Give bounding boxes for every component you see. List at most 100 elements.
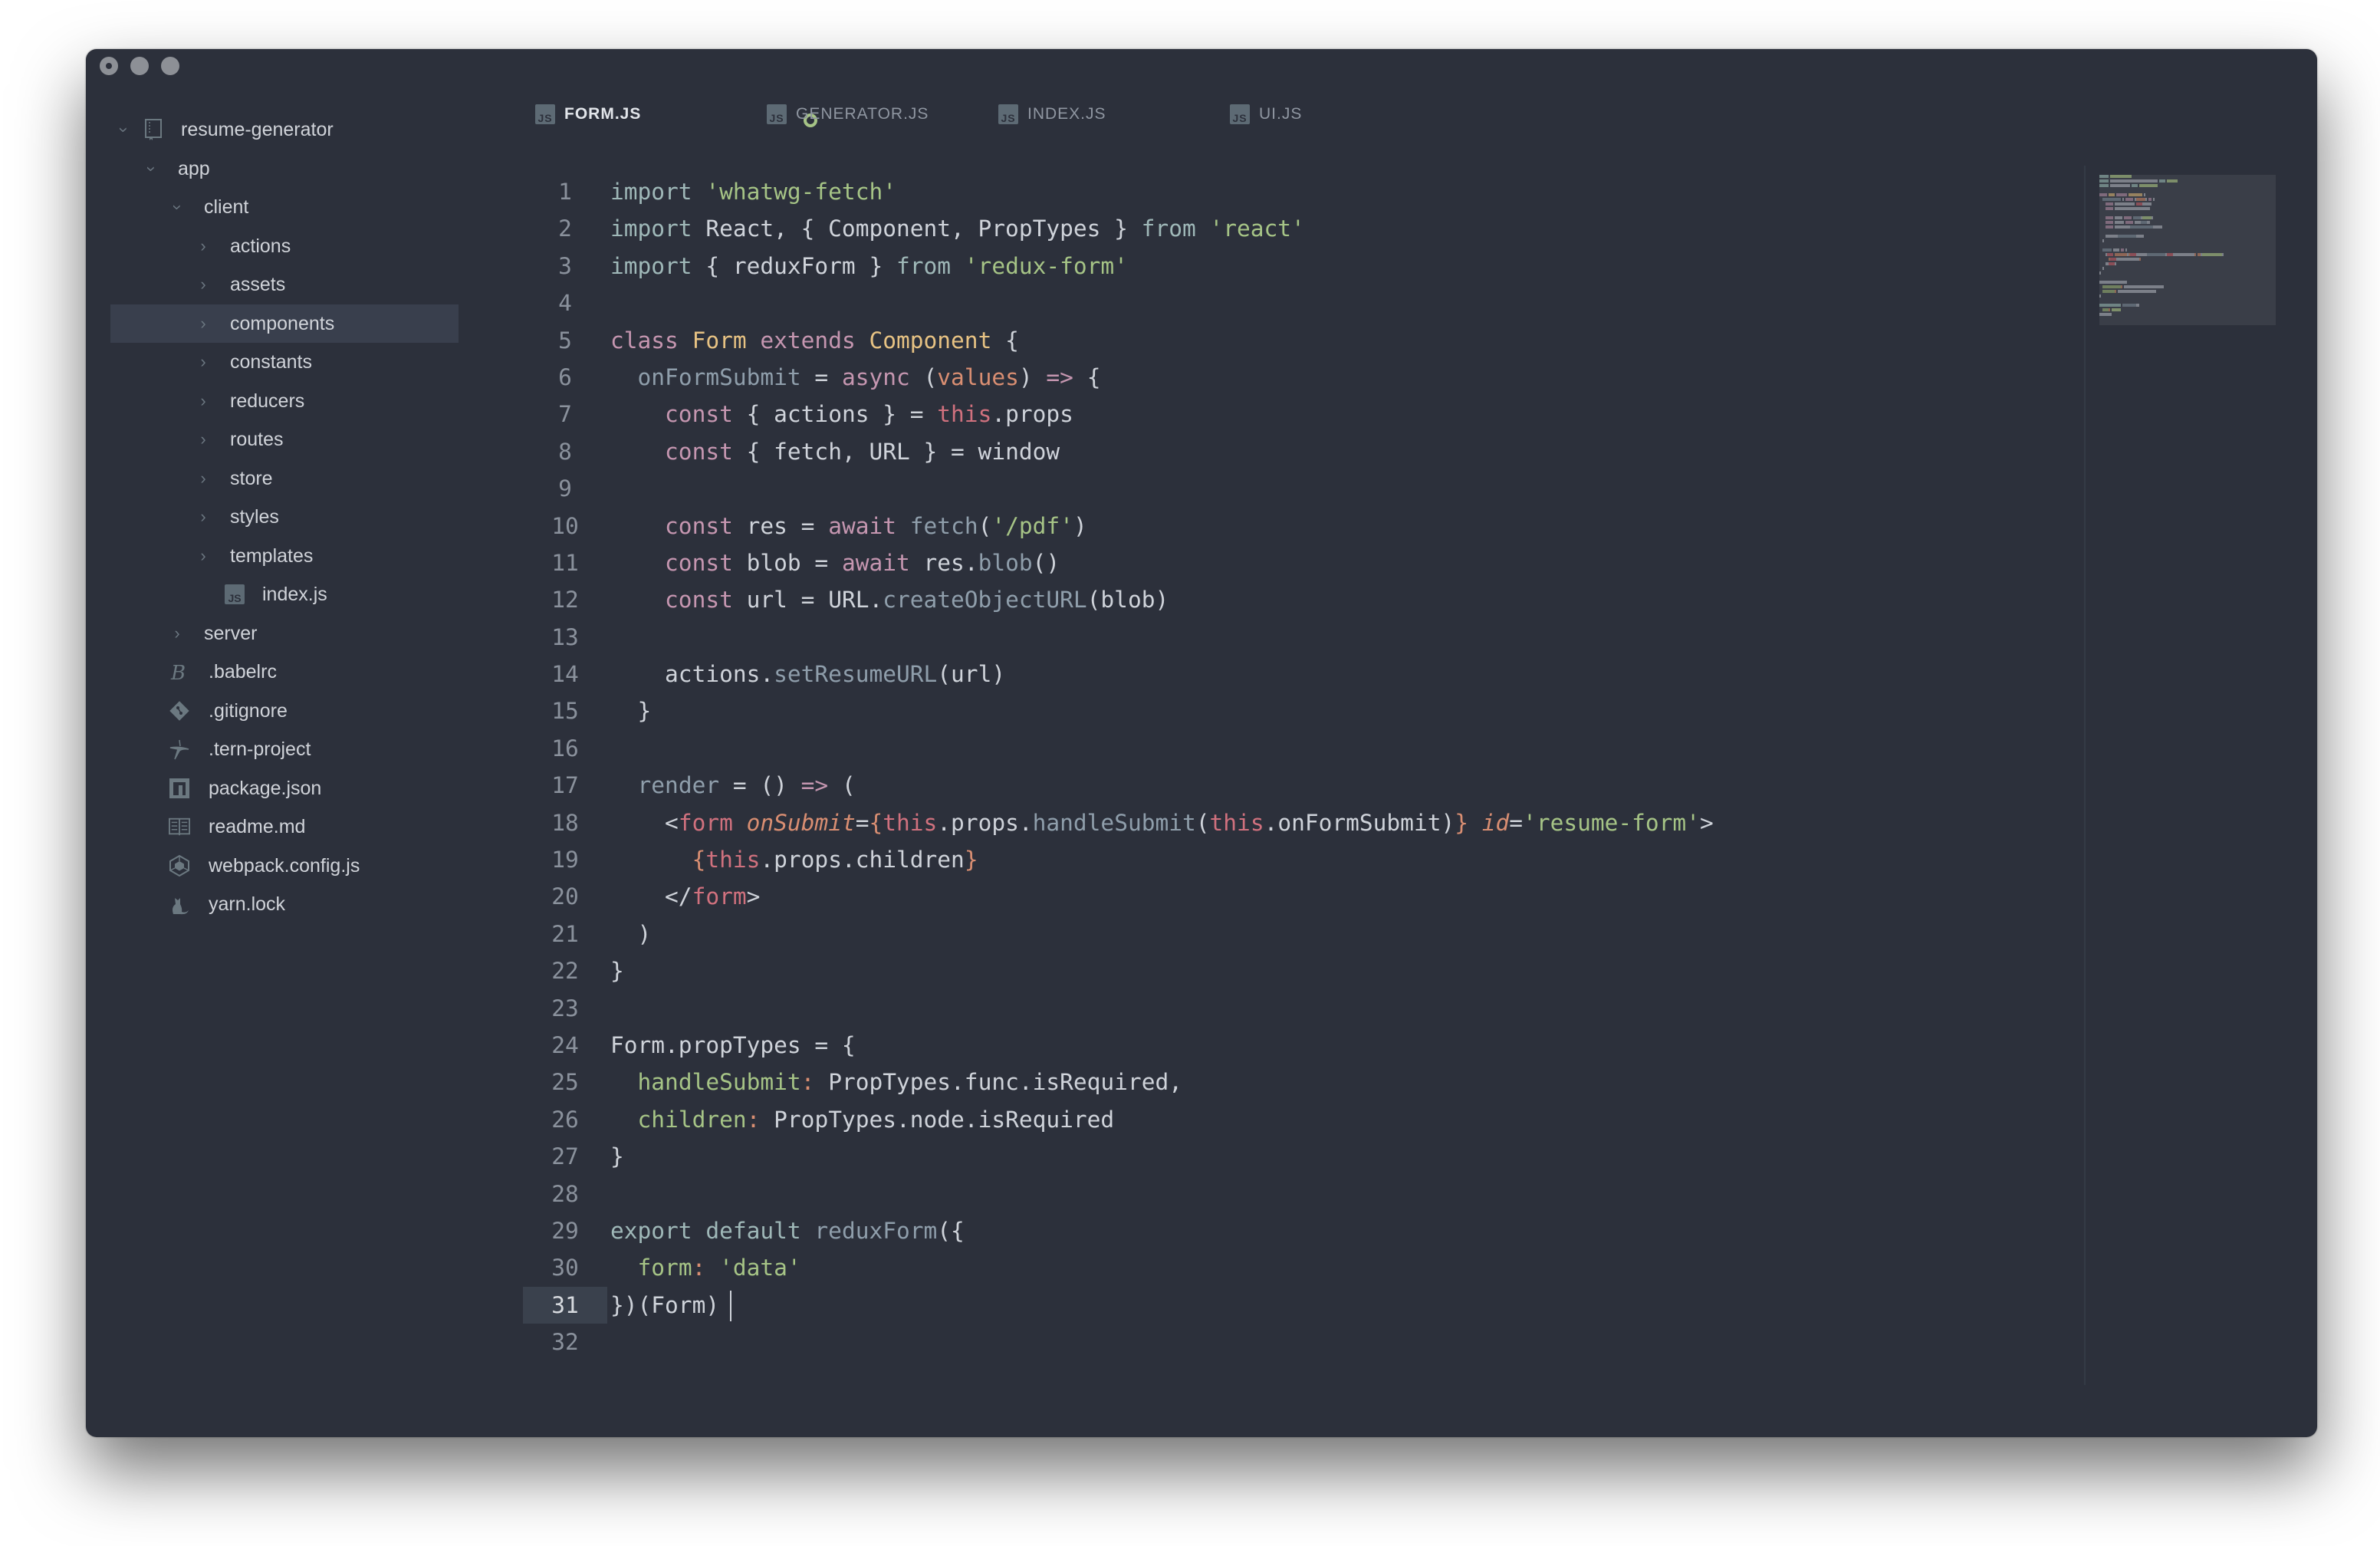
chevron-right-icon[interactable]: › — [195, 498, 212, 537]
minimap-token — [2099, 193, 2107, 196]
tree-item-label: actions — [230, 235, 291, 257]
tree-folder-app[interactable]: › app — [86, 150, 462, 189]
minimap-token — [2102, 308, 2109, 311]
code-text: Form.propTypes = { — [610, 1031, 856, 1058]
tree-file-package-json[interactable]: package.json — [86, 769, 462, 808]
minimap-token — [2113, 248, 2119, 252]
minimap-token — [2099, 179, 2109, 183]
tree-item-label: styles — [230, 506, 279, 528]
minimap-token — [2125, 221, 2133, 224]
minimap-token — [2106, 202, 2113, 206]
tab-form-js[interactable]: JS FORM.JS — [535, 104, 641, 124]
minimap-token — [2167, 179, 2178, 183]
chevron-right-icon[interactable]: › — [195, 382, 212, 421]
js-file-icon: JS — [224, 584, 245, 605]
line-number: 11 — [551, 549, 579, 576]
minimap-token — [2121, 285, 2122, 288]
chevron-down-icon[interactable]: › — [132, 160, 171, 177]
minimap-token — [2115, 202, 2135, 206]
line-number: 16 — [551, 735, 579, 761]
chevron-right-icon[interactable]: › — [195, 304, 212, 344]
tab-index-js[interactable]: JS INDEX.JS — [998, 104, 1106, 124]
line-number: 7 — [558, 401, 572, 428]
close-window-button[interactable] — [100, 57, 118, 75]
tab-ui-js[interactable]: JS UI.JS — [1230, 104, 1302, 124]
chevron-right-icon[interactable]: › — [195, 265, 212, 304]
line-number: 4 — [558, 290, 572, 317]
tree-folder-store[interactable]: › store — [86, 459, 462, 498]
line-number: 5 — [558, 327, 572, 354]
tree-folder-assets[interactable]: › assets — [86, 265, 462, 304]
tree-item-label: index.js — [262, 584, 327, 605]
tree-folder-routes[interactable]: › routes — [86, 420, 462, 459]
chevron-right-icon[interactable]: › — [195, 420, 212, 459]
tree-folder-server[interactable]: › server — [86, 614, 462, 653]
minimap-token — [2139, 258, 2141, 261]
minimap-token — [2141, 221, 2147, 224]
minimap-token — [2148, 198, 2152, 201]
tree-folder-styles[interactable]: › styles — [86, 498, 462, 537]
minimap-token — [2099, 313, 2112, 316]
text-cursor — [730, 1291, 732, 1322]
line-number: 12 — [551, 587, 579, 613]
tern-icon — [169, 738, 190, 760]
line-number: 25 — [551, 1069, 579, 1096]
tree-folder-constants[interactable]: › constants — [86, 343, 462, 382]
maximize-window-button[interactable] — [161, 57, 179, 75]
chevron-right-icon[interactable]: › — [195, 343, 212, 382]
line-number: 23 — [551, 995, 579, 1021]
code-text: } — [610, 698, 652, 725]
tree-file-readme-md[interactable]: readme.md — [86, 808, 462, 847]
minimap-token — [2109, 308, 2110, 311]
minimap-token — [2132, 184, 2138, 187]
line-number: 21 — [551, 920, 579, 947]
tree-folder-actions[interactable]: › actions — [86, 227, 462, 266]
minimap-token — [2133, 216, 2141, 219]
tree-folder-reducers[interactable]: › reducers — [86, 382, 462, 421]
tree-file-tern-project[interactable]: .tern-project — [86, 730, 462, 769]
minimap[interactable] — [2099, 175, 2276, 325]
js-file-icon: JS — [1230, 104, 1250, 124]
minimap-token — [2139, 184, 2158, 187]
js-file-icon: JS — [998, 104, 1018, 124]
chevron-right-icon[interactable]: › — [169, 614, 186, 653]
npm-icon — [169, 778, 190, 799]
chevron-right-icon[interactable]: › — [195, 227, 212, 266]
repo-book-icon — [143, 119, 164, 141]
tree-item-label: routes — [230, 429, 284, 450]
minimap-token — [2115, 290, 2116, 293]
minimap-token — [2136, 253, 2147, 256]
line-number: 1 — [558, 179, 572, 205]
code-text: const blob = await res.blob() — [665, 549, 1060, 576]
git-icon — [169, 700, 190, 722]
code-text: form: 'data' — [637, 1255, 801, 1281]
tree-file-babelrc[interactable]: B .babelrc — [86, 653, 462, 692]
tree-project-root[interactable]: › resume-generator — [86, 110, 462, 150]
chevron-right-icon[interactable]: › — [195, 459, 212, 498]
tree-file-gitignore[interactable]: .gitignore — [86, 692, 462, 731]
minimap-token — [2124, 285, 2164, 288]
tree-folder-client[interactable]: › client — [86, 188, 462, 227]
tree-folder-components[interactable]: › components — [110, 304, 459, 344]
line-number: 29 — [551, 1217, 579, 1244]
chevron-right-icon[interactable]: › — [195, 537, 212, 576]
code-text: ) — [610, 920, 652, 947]
minimap-token — [2106, 221, 2113, 224]
code-text: children: PropTypes.node.isRequired — [637, 1106, 1115, 1133]
tree-file-index-js[interactable]: JS index.js — [86, 575, 462, 614]
minimap-token — [2153, 225, 2162, 229]
tree-file-webpack-config-js[interactable]: webpack.config.js — [86, 847, 462, 886]
minimize-window-button[interactable] — [130, 57, 149, 75]
minimap-token — [2142, 202, 2152, 206]
tree-folder-templates[interactable]: › templates — [86, 537, 462, 576]
code-text: class Form extends Component { — [610, 327, 1019, 354]
yarn-icon — [169, 893, 190, 915]
minimap-token — [2109, 262, 2115, 265]
line-number: 15 — [551, 698, 579, 725]
tree-file-yarn-lock[interactable]: yarn.lock — [86, 885, 462, 924]
minimap-token — [2106, 225, 2113, 229]
chevron-down-icon[interactable]: › — [158, 199, 197, 215]
tab-generator-js[interactable]: JS GENERATOR.JS — [767, 104, 929, 124]
minimap-token — [2102, 239, 2104, 242]
code-text: const { fetch, URL } = window — [665, 438, 1060, 465]
